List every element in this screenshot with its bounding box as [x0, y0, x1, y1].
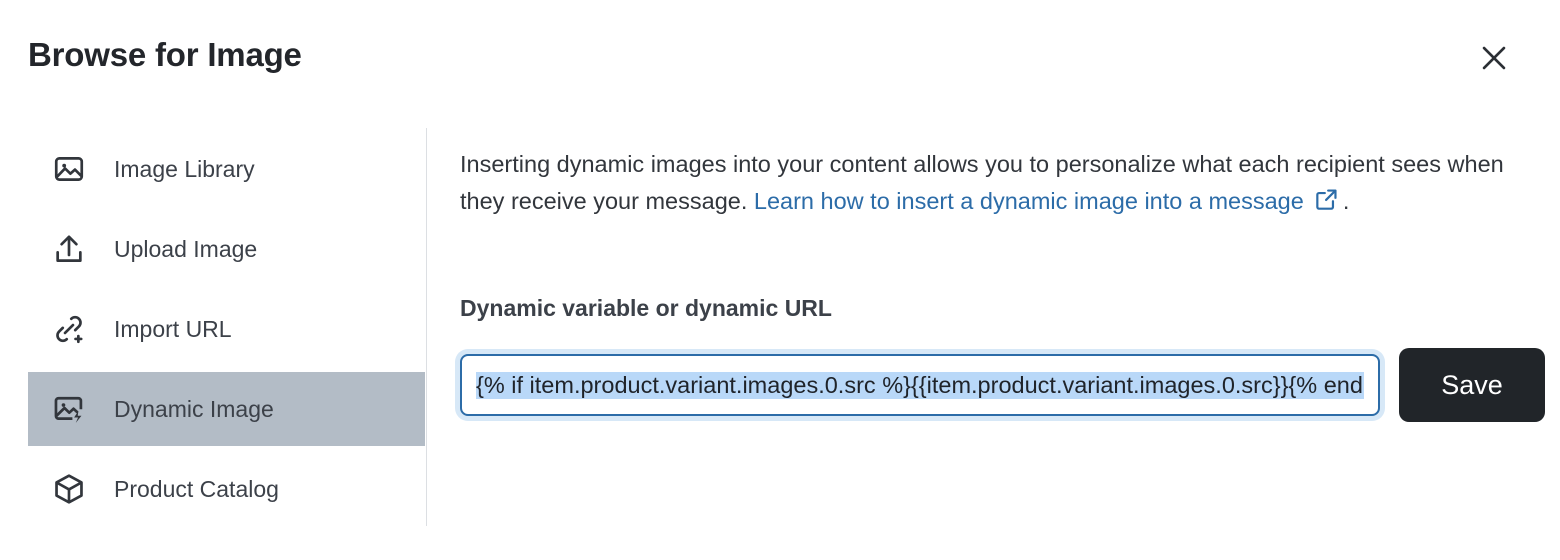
sidebar-item-product-catalog[interactable]: Product Catalog	[28, 452, 425, 526]
external-link-icon[interactable]	[1314, 187, 1339, 212]
sidebar-item-image-library[interactable]: Image Library	[28, 132, 425, 206]
import-url-icon	[50, 310, 88, 348]
close-icon	[1477, 41, 1511, 75]
save-button[interactable]: Save	[1399, 348, 1545, 422]
sidebar-item-dynamic-image[interactable]: Dynamic Image	[28, 372, 425, 446]
description-part-2: .	[1342, 188, 1350, 214]
close-button[interactable]	[1472, 36, 1516, 80]
dynamic-image-icon	[50, 390, 88, 428]
dynamic-variable-input-wrap[interactable]	[460, 354, 1380, 416]
dynamic-variable-input[interactable]	[462, 356, 1378, 414]
learn-more-link[interactable]: Learn how to insert a dynamic image into…	[754, 188, 1304, 214]
dialog-body: Image Library Upload Image Import URL Dy…	[0, 120, 1560, 560]
sidebar-item-label: Image Library	[114, 155, 255, 182]
sidebar-item-import-url[interactable]: Import URL	[28, 292, 425, 366]
page-title: Browse for Image	[28, 36, 302, 73]
sidebar-divider	[426, 128, 427, 526]
product-catalog-icon	[50, 470, 88, 508]
sidebar-item-label: Product Catalog	[114, 475, 279, 502]
sidebar: Image Library Upload Image Import URL Dy…	[0, 120, 427, 560]
dynamic-variable-label: Dynamic variable or dynamic URL	[460, 295, 832, 321]
sidebar-item-label: Dynamic Image	[114, 395, 274, 422]
sidebar-item-label: Upload Image	[114, 235, 258, 262]
description-text: Inserting dynamic images into your conte…	[460, 146, 1508, 220]
upload-image-icon	[50, 230, 88, 268]
image-library-icon	[50, 150, 88, 188]
content-panel: Inserting dynamic images into your conte…	[460, 120, 1545, 560]
dialog-header: Browse for Image	[0, 0, 1560, 120]
sidebar-item-label: Import URL	[114, 315, 232, 342]
browse-for-image-dialog: Browse for Image Image Library Upload Im…	[0, 0, 1560, 560]
dynamic-variable-field-row: Save	[460, 348, 1545, 422]
sidebar-item-upload-image[interactable]: Upload Image	[28, 212, 425, 286]
